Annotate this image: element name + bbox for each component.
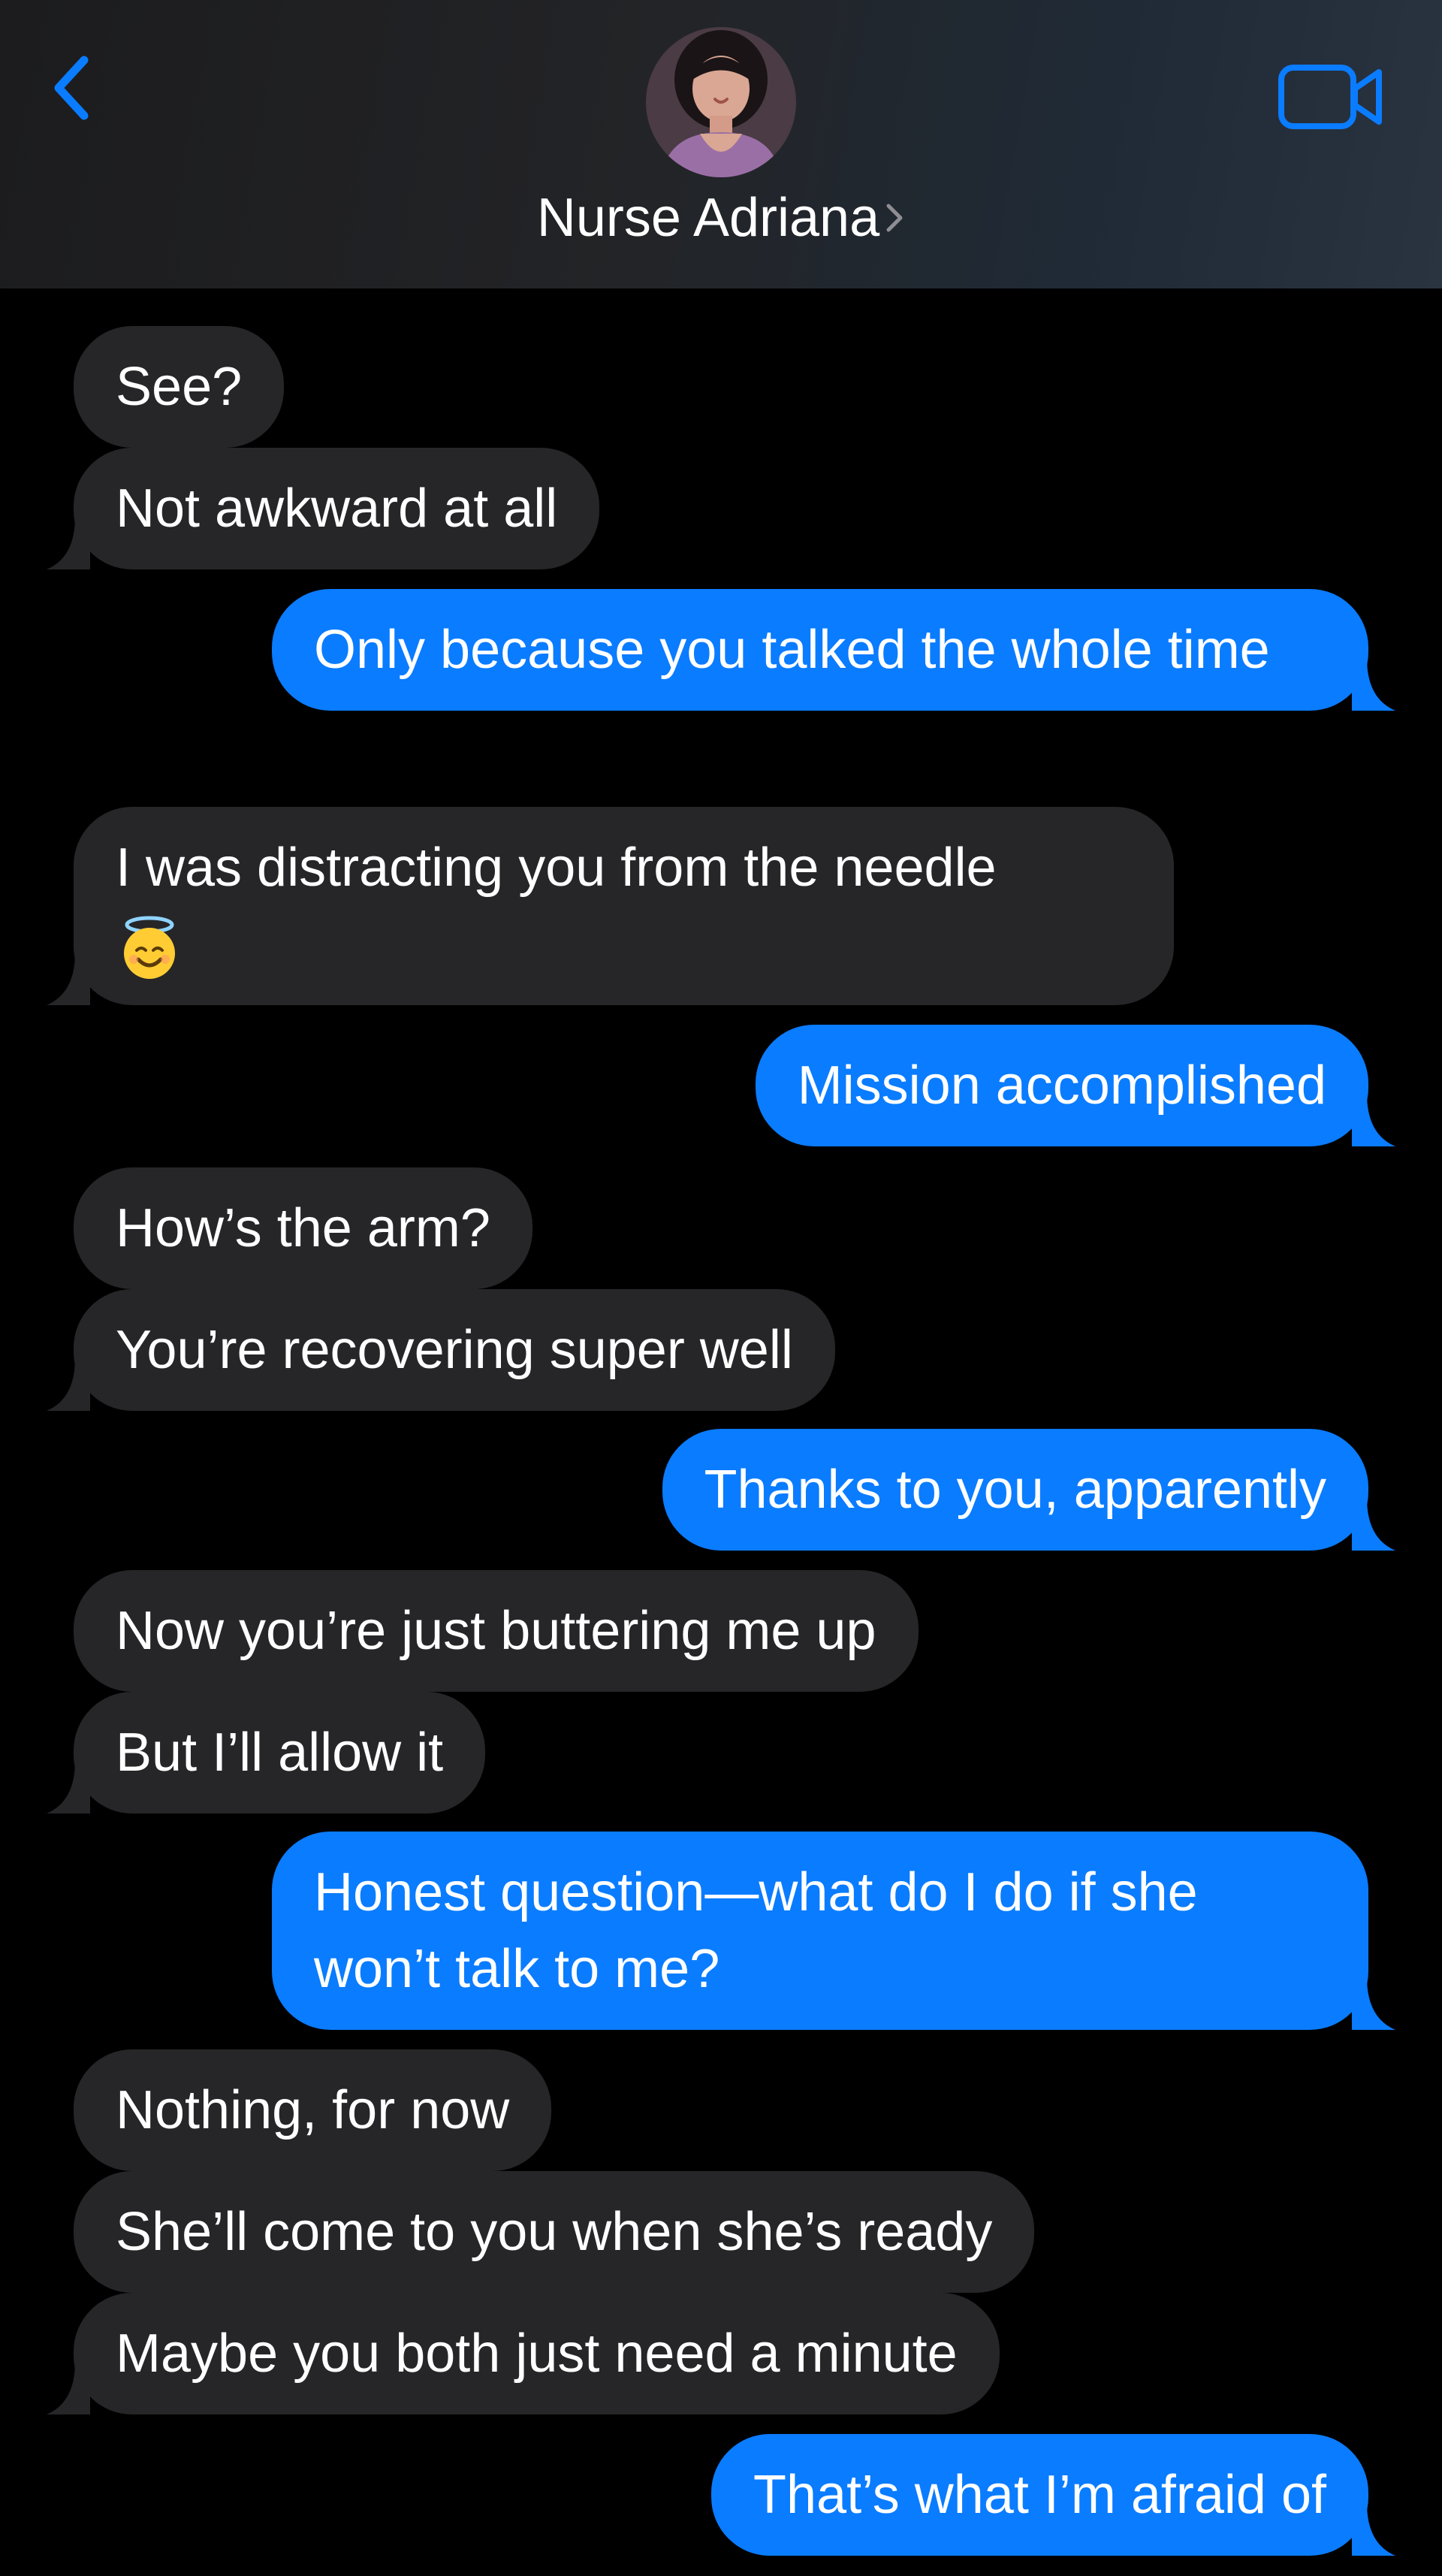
message-thread[interactable]: See? Not awkward at all Only because you… [0, 288, 1442, 2576]
video-camera-icon [1278, 65, 1382, 129]
avatar-image [646, 27, 796, 177]
message-text: Honest question—what do I do if she won’… [314, 1862, 1198, 1999]
contact-avatar[interactable] [646, 27, 796, 177]
chevron-right-icon [886, 204, 903, 232]
message-text: Not awkward at all [116, 479, 558, 539]
contact-name-row[interactable]: Nurse Adriana [0, 180, 1442, 255]
conversation-header: Nurse Adriana [0, 0, 1442, 288]
bubble-tail [47, 1761, 90, 1813]
bubble-tail [1352, 1977, 1395, 2030]
outgoing-message: That’s what I’m afraid of [711, 2434, 1395, 2556]
incoming-message: How’s the arm? [74, 1167, 532, 1289]
bubble-tail [1352, 1498, 1395, 1551]
incoming-message: You’re recovering super well [47, 1289, 835, 1411]
incoming-message: Maybe you both just need a minute [47, 2293, 1000, 2414]
incoming-message: She’ll come to you when she’s ready [74, 2171, 1035, 2293]
message-text: See? [116, 357, 243, 417]
incoming-message: Nothing, for now [74, 2049, 552, 2171]
incoming-message: I was distracting you from the needle [47, 807, 1174, 1005]
bubble-tail [1352, 658, 1395, 711]
incoming-message: See? [74, 326, 285, 448]
message-text: Maybe you both just need a minute [116, 2324, 958, 2384]
bubble-tail [47, 2362, 90, 2414]
message-text: Now you’re just buttering me up [116, 1601, 876, 1661]
bubble-tail [47, 953, 90, 1005]
outgoing-message: Only because you talked the whole time [272, 589, 1395, 711]
video-call-button[interactable] [1277, 60, 1386, 135]
message-text: You’re recovering super well [116, 1320, 793, 1380]
message-text: Thanks to you, apparently [704, 1460, 1327, 1520]
message-text: That’s what I’m afraid of [753, 2465, 1326, 2525]
outgoing-message: Mission accomplished [755, 1025, 1395, 1146]
incoming-message: But I’ll allow it [47, 1692, 486, 1813]
message-text: Mission accomplished [797, 1055, 1326, 1116]
message-text: But I’ll allow it [116, 1723, 444, 1783]
message-text: How’s the arm? [116, 1198, 490, 1258]
message-text: I was distracting you from the needle [116, 838, 997, 898]
chevron-left-icon [54, 56, 89, 120]
bubble-tail [47, 1358, 90, 1411]
message-text: She’ll come to you when she’s ready [116, 2202, 993, 2262]
outgoing-message: Thanks to you, apparently [662, 1429, 1395, 1551]
message-text: Only because you talked the whole time [314, 620, 1270, 680]
incoming-message: Not awkward at all [47, 448, 600, 569]
bubble-tail [47, 517, 90, 569]
outgoing-message: Honest question—what do I do if she won’… [272, 1832, 1395, 2030]
contact-name: Nurse Adriana [536, 188, 880, 248]
back-button[interactable] [45, 47, 105, 129]
bubble-tail [1352, 2503, 1395, 2556]
smiling-face-with-halo-icon [116, 914, 183, 982]
message-text: Nothing, for now [116, 2080, 510, 2140]
incoming-message: Now you’re just buttering me up [74, 1570, 919, 1692]
bubble-tail [1352, 1094, 1395, 1146]
